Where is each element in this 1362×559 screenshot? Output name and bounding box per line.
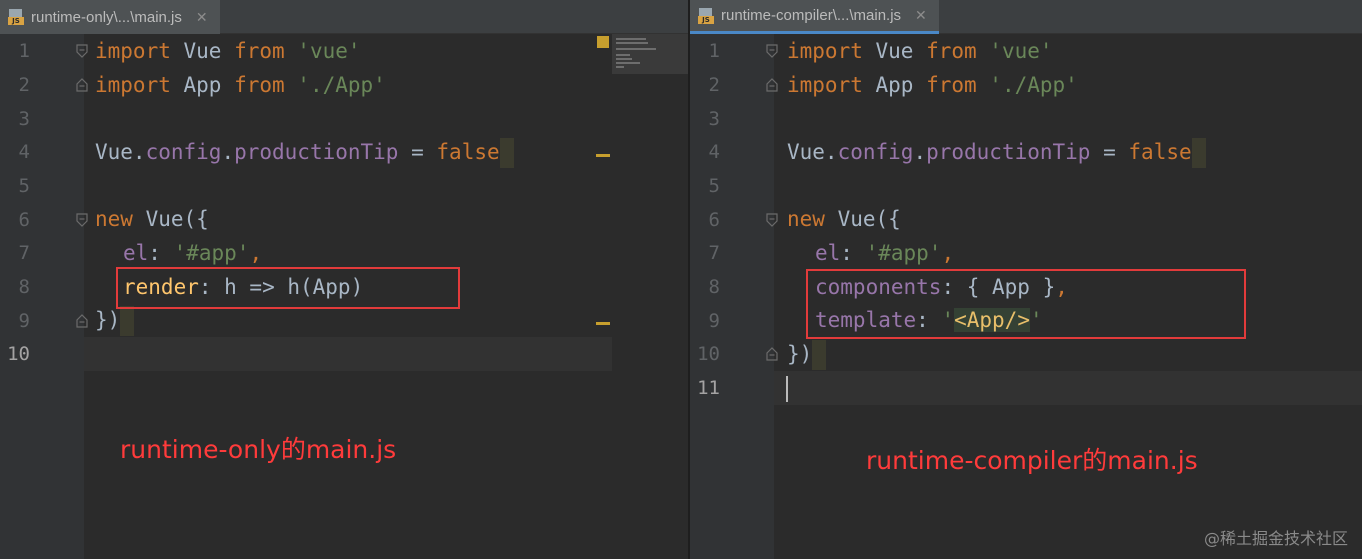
js-file-icon: JS — [8, 9, 24, 25]
close-icon[interactable]: ✕ — [915, 7, 927, 24]
watermark: @稀土掘金技术社区 — [1203, 529, 1348, 548]
code-line-7[interactable]: el: '#app', — [815, 236, 954, 270]
highlight-box-render — [116, 267, 460, 309]
line-number: 1 — [708, 40, 720, 62]
line-number: 4 — [18, 141, 30, 163]
minimap[interactable] — [612, 34, 688, 74]
tab-bar-right: JS runtime-compiler\...\main.js ✕ — [690, 0, 1362, 34]
line-number: 5 — [708, 175, 720, 197]
caption-runtime-only: runtime-only的main.js — [120, 435, 397, 464]
error-stripe-marker[interactable] — [596, 154, 610, 157]
editor-pane-left: JS runtime-only\...\main.js ✕ 1 2 3 4 5 … — [0, 0, 688, 559]
line-number: 1 — [18, 40, 30, 62]
line-number: 10 — [697, 343, 720, 365]
fold-open-icon[interactable] — [766, 213, 778, 227]
line-number: 2 — [18, 74, 30, 96]
line-number: 4 — [708, 141, 720, 163]
tab-runtime-compiler-main-js[interactable]: JS runtime-compiler\...\main.js ✕ — [690, 0, 939, 34]
code-line-1[interactable]: import Vue from 'vue' — [95, 34, 361, 68]
fold-open-icon[interactable] — [766, 44, 778, 58]
fold-close-icon[interactable] — [76, 78, 88, 92]
line-number-gutter: 1 2 3 4 5 6 7 8 9 10 11 — [690, 34, 778, 559]
line-number: 9 — [18, 310, 30, 332]
tab-title: runtime-only\...\main.js — [31, 8, 182, 26]
tab-bar-left: JS runtime-only\...\main.js ✕ — [0, 0, 688, 34]
fold-open-icon[interactable] — [76, 44, 88, 58]
fold-open-icon[interactable] — [76, 213, 88, 227]
tab-title: runtime-compiler\...\main.js — [721, 7, 902, 24]
code-line-2[interactable]: import App from './App' — [787, 68, 1078, 102]
fold-close-icon[interactable] — [766, 347, 778, 361]
fold-close-icon[interactable] — [766, 78, 778, 92]
code-line-6[interactable]: new Vue({ — [787, 202, 901, 236]
error-stripe-marker[interactable] — [596, 322, 610, 325]
line-number: 9 — [708, 310, 720, 332]
line-number: 7 — [708, 242, 720, 264]
code-line-7[interactable]: el: '#app', — [123, 236, 262, 270]
code-line-10[interactable]: }) — [787, 337, 827, 371]
line-number: 8 — [18, 276, 30, 298]
text-cursor — [786, 376, 788, 402]
code-line-2[interactable]: import App from './App' — [95, 68, 386, 102]
js-file-icon: JS — [698, 7, 714, 24]
code-line-4[interactable]: Vue.config.productionTip = false — [95, 135, 514, 169]
line-number: 3 — [18, 108, 30, 130]
editor-pane-right: JS runtime-compiler\...\main.js ✕ 1 2 3 … — [690, 0, 1362, 559]
fold-close-icon[interactable] — [76, 314, 88, 328]
line-number: 6 — [18, 209, 30, 231]
line-number: 5 — [18, 175, 30, 197]
code-line-6[interactable]: new Vue({ — [95, 202, 209, 236]
line-number: 10 — [7, 343, 30, 365]
code-line-1[interactable]: import Vue from 'vue' — [787, 34, 1053, 68]
current-line-highlight — [84, 337, 612, 371]
line-number: 8 — [708, 276, 720, 298]
tab-runtime-only-main-js[interactable]: JS runtime-only\...\main.js ✕ — [0, 0, 220, 34]
current-line-highlight — [774, 371, 1362, 405]
code-line-4[interactable]: Vue.config.productionTip = false — [787, 135, 1206, 169]
line-number-gutter: 1 2 3 4 5 6 7 8 9 10 — [0, 34, 88, 559]
line-number: 7 — [18, 242, 30, 264]
line-number: 6 — [708, 209, 720, 231]
caption-runtime-compiler: runtime-compiler的main.js — [866, 446, 1198, 475]
close-icon[interactable]: ✕ — [196, 9, 208, 26]
warning-marker-icon[interactable] — [597, 36, 609, 48]
line-number: 3 — [708, 108, 720, 130]
line-number: 11 — [697, 377, 720, 399]
line-number: 2 — [708, 74, 720, 96]
highlight-box-components-template — [806, 269, 1246, 339]
